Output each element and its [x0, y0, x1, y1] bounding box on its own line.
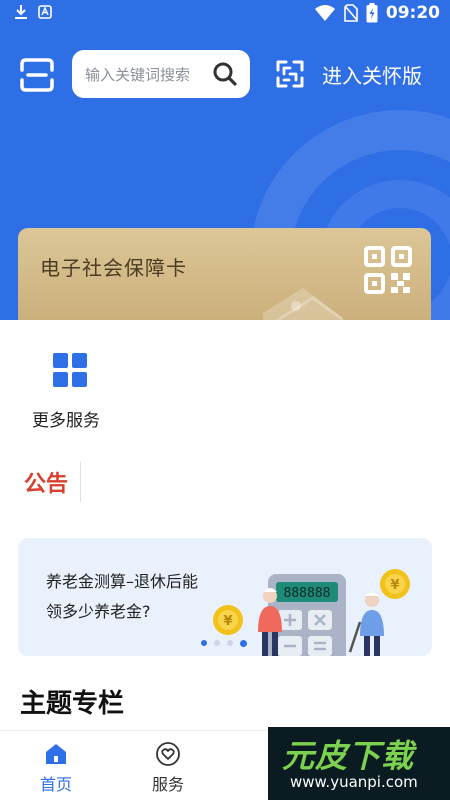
indicator-dot — [240, 640, 247, 647]
section-title: 主题专栏 — [20, 689, 125, 719]
care-mode-button[interactable]: 进入关怀版 — [322, 60, 422, 89]
scan-icon — [20, 58, 54, 92]
indicator-dot — [201, 640, 207, 646]
notice-bar[interactable]: 公告 — [24, 460, 82, 504]
watermark-logo: 元皮下载 www.yuanpi.com — [268, 727, 450, 800]
qr-code-icon[interactable] — [363, 245, 413, 295]
banner-page-indicator — [201, 640, 247, 647]
banner-line-1: 养老金测算–退休后能 — [46, 572, 199, 591]
notice-divider — [80, 462, 82, 502]
coin-symbol: ¥ — [223, 614, 232, 629]
tab-home-label: 首页 — [39, 775, 72, 794]
card-title: 电子社会保障卡 — [40, 256, 187, 280]
indicator-dot — [227, 640, 233, 646]
more-services-label: 更多服务 — [32, 411, 100, 431]
tab-services-label: 服务 — [151, 775, 184, 794]
search-placeholder: 输入关键词搜索 — [85, 65, 191, 84]
download-icon — [15, 5, 27, 19]
watermark-title: 元皮下载 — [282, 737, 415, 775]
wifi-icon — [314, 5, 335, 21]
more-services-button[interactable]: 更多服务 — [32, 350, 112, 440]
care-mode-icon[interactable] — [275, 59, 305, 89]
notification-a-icon — [38, 5, 52, 19]
banner-line-2: 领多少养老金? — [46, 602, 151, 621]
scan-button[interactable] — [18, 56, 56, 94]
tab-home[interactable]: 首页 — [21, 741, 91, 800]
notice-title: 公告 — [24, 472, 69, 497]
tab-services[interactable]: 服务 — [133, 741, 203, 800]
grid-icon — [53, 353, 87, 387]
calculator-display: 888888 — [284, 586, 331, 601]
heart-icon — [156, 742, 180, 766]
search-input[interactable]: 输入关键词搜索 — [72, 50, 250, 98]
search-icon — [213, 62, 237, 86]
watermark-url: www.yuanpi.com — [290, 773, 418, 791]
indicator-dot — [214, 640, 220, 646]
home-icon — [46, 744, 66, 764]
pension-calculator-banner[interactable]: 养老金测算–退休后能 领多少养老金? 888888 ¥ ¥ — [18, 538, 432, 656]
card-decoration-icon — [263, 288, 343, 320]
no-sim-icon — [344, 4, 358, 22]
battery-charging-icon — [366, 3, 378, 23]
status-time: 09:20 — [385, 3, 440, 23]
status-bar: 09:20 — [0, 0, 450, 30]
social-security-card[interactable]: 电子社会保障卡 — [18, 228, 431, 320]
coin-symbol: ¥ — [390, 578, 399, 593]
